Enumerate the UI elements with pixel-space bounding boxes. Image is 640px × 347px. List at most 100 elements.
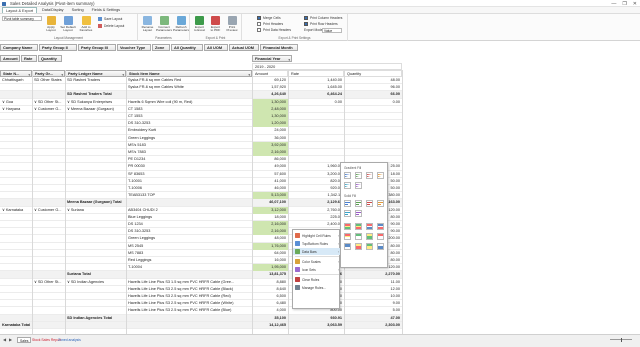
quantity-cell[interactable]: 48.00 — [344, 77, 402, 84]
export-excel-button[interactable]: Export to Excel — [192, 16, 207, 33]
party-group-cell[interactable] — [32, 322, 65, 329]
gradient-data-bar-option[interactable] — [344, 172, 351, 179]
state-cell[interactable] — [0, 315, 32, 322]
state-cell[interactable] — [0, 178, 32, 185]
amount-cell[interactable]: 4,26,640 — [252, 91, 288, 98]
party-ledger-cell[interactable]: ∨ Meena Bazaar (Gurgaon) — [65, 106, 126, 113]
party-group-cell[interactable] — [32, 228, 65, 235]
quantity-cell[interactable]: 5.00 — [344, 307, 402, 314]
state-cell[interactable] — [0, 300, 32, 307]
quantity-cell[interactable] — [344, 142, 402, 149]
refresh-parameters-button[interactable]: Refresh Parameters — [173, 16, 189, 33]
filter-field-zone[interactable]: Zone — [152, 44, 170, 51]
rate-cell[interactable]: 225.00 — [288, 214, 344, 221]
set-default-layout-button[interactable]: Set Default Layout — [60, 16, 76, 33]
party-group-cell[interactable] — [32, 300, 65, 307]
filter-field-all-uom[interactable]: All UOM — [204, 44, 228, 51]
color-scale-option[interactable] — [377, 233, 384, 240]
rate-cell[interactable]: 3,063.59 — [288, 322, 344, 329]
party-group-cell[interactable] — [32, 135, 65, 142]
amount-cell[interactable]: 46,000 — [252, 185, 288, 192]
solid-data-bar-option[interactable] — [377, 200, 384, 207]
party-ledger-cell[interactable] — [65, 135, 126, 142]
party-ledger-cell[interactable] — [65, 293, 126, 300]
state-cell[interactable] — [0, 228, 32, 235]
amount-cell[interactable]: 2,48,000 — [252, 105, 288, 113]
party-ledger-cell[interactable] — [65, 171, 126, 178]
party-ledger-cell[interactable] — [65, 257, 126, 264]
stock-item-cell[interactable]: Havells Life Line Plus S3 2.5 sq mm PVC … — [126, 286, 252, 293]
tab-data-display[interactable]: Data/Display — [39, 7, 67, 13]
stock-item-cell[interactable] — [126, 91, 252, 98]
stock-item-cell[interactable]: Red Leggings — [126, 257, 252, 264]
rename-layout-button[interactable]: Rename Layout — [140, 16, 155, 33]
party-group-cell[interactable] — [32, 156, 65, 163]
minimize-button[interactable]: — — [611, 1, 616, 7]
color-scale-option[interactable] — [355, 233, 362, 240]
party-ledger-cell[interactable] — [65, 192, 126, 199]
party-ledger-cell[interactable] — [65, 84, 126, 91]
party-group-cell[interactable] — [32, 235, 65, 242]
rate-cell[interactable]: 1,645.00 — [288, 84, 344, 91]
column-field-financial-year[interactable]: Financial Year ▾ — [252, 55, 292, 62]
party-ledger-cell[interactable] — [65, 156, 126, 163]
stock-item-cell[interactable]: SF 83653 — [126, 171, 252, 178]
party-ledger-cell[interactable]: ∨ SD Indian Agencies — [65, 279, 126, 286]
gradient-data-bar-option[interactable] — [377, 172, 384, 179]
party-ledger-cell[interactable]: SD Rashmi Traders — [65, 77, 126, 84]
party-group-cell[interactable] — [32, 264, 65, 271]
amount-cell[interactable]: 2,16,000 — [252, 221, 288, 229]
apply-layout-button[interactable]: Apply Layout — [44, 16, 58, 33]
nav-left-icon[interactable]: ◀ — [3, 337, 6, 342]
rate-cell[interactable]: 1,440.00 — [288, 77, 344, 84]
party-group-cell[interactable] — [32, 192, 65, 199]
stock-item-cell[interactable] — [126, 315, 252, 322]
quantity-cell[interactable]: 10.00 — [344, 293, 402, 300]
rate-cell[interactable]: 6,464.24 — [288, 91, 344, 98]
stock-item-cell[interactable]: PR 00030 — [126, 163, 252, 170]
party-group-cell[interactable]: ∨ SD Other St... — [32, 99, 65, 106]
party-group-cell[interactable] — [32, 91, 65, 98]
solid-data-bar-option[interactable] — [355, 210, 362, 217]
state-cell[interactable] — [0, 149, 32, 156]
state-cell[interactable] — [0, 279, 32, 286]
color-scale-option[interactable] — [344, 243, 351, 250]
party-group-cell[interactable] — [32, 214, 65, 221]
amount-cell[interactable]: 36,000 — [252, 135, 288, 142]
quantity-cell[interactable]: 66.00 — [344, 91, 402, 98]
party-group-cell[interactable] — [32, 286, 65, 293]
party-ledger-cell[interactable] — [65, 120, 126, 127]
save-layout-button[interactable]: Save Layout — [98, 17, 122, 21]
maximize-button[interactable]: ❐ — [622, 1, 626, 7]
stock-item-cell[interactable]: Green Leggings — [126, 135, 252, 142]
party-group-cell[interactable] — [32, 171, 65, 178]
state-cell[interactable]: ∨ Haryana — [0, 106, 32, 113]
amount-cell[interactable]: 8,640 — [252, 286, 288, 293]
stock-item-cell[interactable]: MS 7883 — [126, 250, 252, 257]
quantity-cell[interactable]: 2,303.00 — [344, 322, 402, 329]
stock-item-cell[interactable] — [126, 199, 252, 206]
amount-cell[interactable]: 1,57,920 — [252, 84, 288, 91]
stock-item-cell[interactable]: Green Leggings — [126, 235, 252, 242]
rate-cell[interactable] — [288, 113, 344, 120]
menu-item-highlight-cell-rules[interactable]: Highlight Cell Rules › — [293, 232, 341, 239]
party-group-cell[interactable] — [32, 221, 65, 228]
stock-item-cell[interactable] — [126, 271, 252, 278]
rate-cell[interactable]: 2,400.00 — [288, 221, 344, 228]
state-cell[interactable] — [0, 293, 32, 300]
party-group-cell[interactable] — [32, 178, 65, 185]
stock-item-cell[interactable]: T-10006 — [126, 185, 252, 192]
party-group-cell[interactable] — [32, 163, 65, 170]
state-cell[interactable]: Chhattisgarh — [0, 77, 32, 84]
state-cell[interactable] — [0, 250, 32, 257]
rate-cell[interactable]: 820.00 — [288, 178, 344, 185]
quantity-cell[interactable] — [344, 120, 402, 127]
party-ledger-cell[interactable]: SD Rashmi Traders Total — [65, 91, 126, 98]
quantity-cell[interactable]: 0.00 — [344, 99, 402, 106]
state-cell[interactable]: ∨ Goa — [0, 99, 32, 106]
data-field-amount[interactable]: Amount — [0, 55, 20, 62]
party-group-cell[interactable]: ∨ SD Other St... — [32, 279, 65, 286]
party-ledger-cell[interactable] — [65, 264, 126, 271]
party-ledger-cell[interactable] — [65, 221, 126, 228]
menu-item-clear-rules[interactable]: Clear Rules — [293, 276, 341, 283]
